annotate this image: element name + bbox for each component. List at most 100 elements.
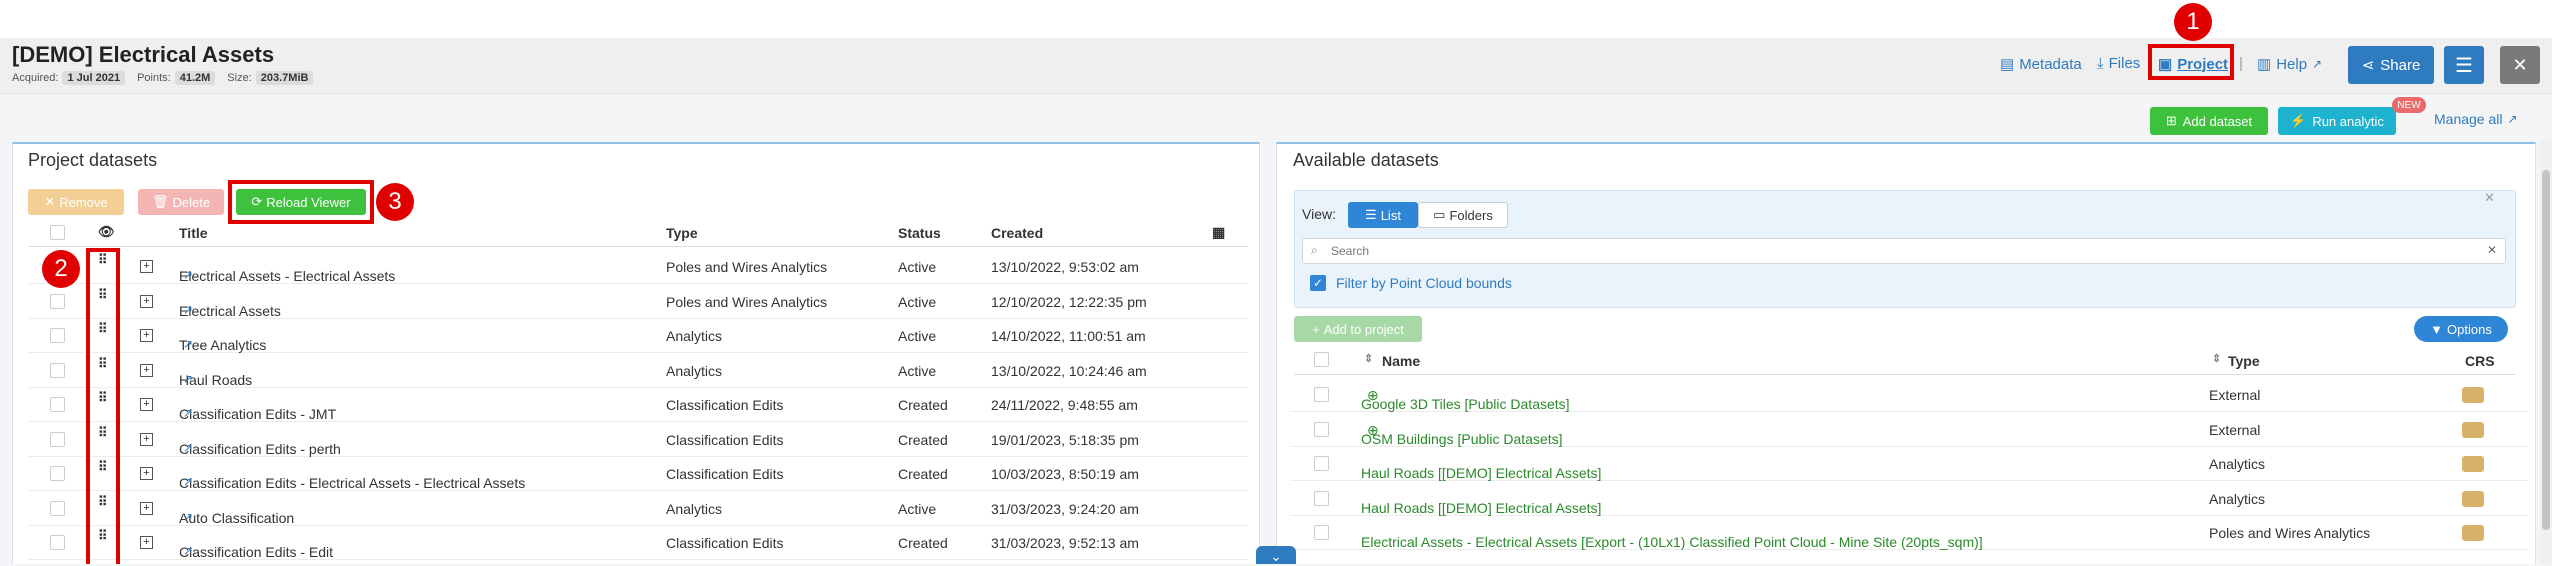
col-type[interactable]: Type: [666, 225, 698, 241]
dataset-created: 13/10/2022, 10:24:46 am: [991, 362, 1147, 379]
expand-icon[interactable]: +: [140, 398, 153, 411]
row-checkbox[interactable]: [50, 500, 65, 516]
dataset-type: Poles and Wires Analytics: [2209, 525, 2371, 541]
row-checkbox[interactable]: [50, 535, 65, 550]
row-checkbox[interactable]: [1314, 525, 1329, 540]
clear-search-icon[interactable]: ✕: [2487, 243, 2497, 257]
table-row[interactable]: ⠿ + Electrical Assets - Electrical Assets ↗…: [28, 250, 1248, 284]
row-checkbox[interactable]: [1314, 456, 1329, 471]
row-checkbox[interactable]: [1314, 387, 1329, 402]
col-status[interactable]: Status: [898, 225, 941, 241]
expand-icon[interactable]: +: [140, 432, 153, 446]
external-link-icon[interactable]: ↗: [183, 372, 193, 386]
visibility-icon[interactable]: 👁: [98, 224, 115, 240]
col-created[interactable]: Created: [991, 225, 1043, 241]
row-checkbox[interactable]: [50, 431, 65, 447]
delete-label: Delete: [172, 194, 211, 210]
external-link-icon[interactable]: ↗: [183, 441, 193, 455]
table-row[interactable]: Haul Roads [[DEMO] Electrical Assets] Ana…: [1290, 482, 2528, 516]
col-type[interactable]: Type: [2228, 353, 2260, 369]
add-to-project-button[interactable]: + Add to project: [1294, 316, 1422, 342]
scrollbar-track[interactable]: [2540, 140, 2552, 564]
menu-button[interactable]: ☰: [2444, 46, 2484, 84]
scrollbar-thumb[interactable]: [2542, 170, 2550, 530]
external-link-icon[interactable]: ↗: [183, 544, 193, 558]
dataset-type: Poles and Wires Analytics: [666, 293, 828, 310]
expand-icon[interactable]: +: [140, 501, 153, 515]
select-all-checkbox[interactable]: [50, 225, 65, 240]
col-crs[interactable]: CRS: [2465, 353, 2495, 369]
table-row[interactable]: Haul Roads [[DEMO] Electrical Assets] Ana…: [1290, 447, 2528, 481]
dataset-name[interactable]: Google 3D Tiles [Public Datasets] ⊕: [1361, 387, 1570, 412]
filter-bounds-checkbox[interactable]: ✓: [1310, 275, 1326, 291]
row-checkbox[interactable]: [50, 397, 65, 412]
external-link-icon[interactable]: ↗: [183, 337, 193, 351]
row-checkbox[interactable]: [1314, 490, 1329, 506]
table-row[interactable]: ⠿ + Classification Edits - Edit ↗ Classifica…: [28, 526, 1248, 560]
collapse-panel-button[interactable]: ⌄: [1256, 546, 1296, 564]
search-input[interactable]: [1331, 242, 2471, 260]
external-link-icon[interactable]: ↗: [183, 303, 193, 317]
table-row[interactable]: ⠿ + Haul Roads ↗ Analytics Active 13/10/2022, …: [28, 354, 1248, 388]
points-value: 41.2M: [174, 71, 216, 85]
table-row[interactable]: ⠿ + Electrical Assets ↗ Poles and Wires Anal…: [28, 285, 1248, 319]
remove-button[interactable]: ✕ Remove: [28, 189, 124, 215]
table-row[interactable]: ⠿ + Classification Edits - JMT ↗ Classificat…: [28, 388, 1248, 422]
search-field[interactable]: ⌕ ✕: [1302, 238, 2506, 264]
filter-bounds-label[interactable]: Filter by Point Cloud bounds: [1336, 275, 1512, 291]
table-row[interactable]: ⠿ + Classification Edits - perth ↗ Classific…: [28, 423, 1248, 457]
table-row[interactable]: Electrical Assets - Electrical Assets [E…: [1290, 516, 2528, 550]
row-checkbox[interactable]: [50, 328, 65, 343]
size-label: Size:: [227, 72, 252, 84]
column-settings-icon[interactable]: ▦: [1212, 224, 1225, 241]
crs-globe-icon[interactable]: [2462, 421, 2484, 438]
row-checkbox[interactable]: [50, 293, 65, 309]
crs-globe-icon[interactable]: [2462, 387, 2484, 403]
close-filter-icon[interactable]: ✕: [2484, 190, 2495, 206]
crs-globe-icon[interactable]: [2462, 525, 2484, 541]
share-button[interactable]: ⋖ Share: [2348, 46, 2434, 84]
dataset-type: Analytics: [2209, 490, 2266, 507]
run-analytic-button[interactable]: ⚡ Run analytic: [2278, 107, 2396, 135]
lightning-icon: ⚡: [2290, 113, 2307, 128]
table-row[interactable]: ⠿ + Auto Classification ↗ Analytics Active 31/…: [28, 492, 1248, 526]
expand-icon[interactable]: +: [140, 329, 153, 342]
metadata-label: Metadata: [2019, 55, 2082, 73]
row-checkbox[interactable]: [50, 362, 65, 378]
external-link-icon[interactable]: ↗: [183, 510, 193, 524]
expand-icon[interactable]: +: [140, 260, 153, 273]
dataset-name[interactable]: OSM Buildings [Public Datasets] ⊕: [1361, 422, 1563, 447]
table-row[interactable]: ⠿ + Classification Edits - Electrical Asse…: [28, 457, 1248, 491]
external-link-icon[interactable]: ↗: [183, 475, 193, 489]
close-button[interactable]: ✕: [2500, 46, 2540, 84]
expand-icon[interactable]: +: [140, 294, 153, 308]
crs-globe-icon[interactable]: [2462, 456, 2484, 472]
table-row[interactable]: ⠿ + Tree Analytics ↗ Analytics Active 14/10/20…: [28, 319, 1248, 353]
manage-all-link[interactable]: Manage all ↗: [2434, 111, 2518, 127]
delete-button[interactable]: 🗑 Delete: [138, 189, 224, 215]
external-link-icon[interactable]: ↗: [183, 268, 193, 282]
files-link[interactable]: ⤓ Files: [2097, 55, 2140, 72]
help-link[interactable]: ▥ Help ↗: [2257, 55, 2322, 74]
col-title[interactable]: Title: [179, 225, 208, 241]
sort-icon[interactable]: ⇕: [2212, 352, 2221, 365]
row-checkbox[interactable]: [1314, 421, 1329, 437]
row-checkbox[interactable]: [50, 466, 65, 481]
table-row[interactable]: Google 3D Tiles [Public Datasets] ⊕ Extern…: [1290, 378, 2528, 412]
metadata-link[interactable]: ▤ Metadata: [2000, 55, 2082, 74]
add-dataset-button[interactable]: ⊞ Add dataset: [2150, 107, 2268, 135]
options-button[interactable]: ▼ Options: [2414, 316, 2508, 342]
dataset-type: Analytics: [2209, 456, 2266, 472]
list-view-button[interactable]: ☰ List: [1348, 202, 1418, 228]
sort-icon[interactable]: ⇕: [1364, 352, 1373, 365]
expand-icon[interactable]: +: [140, 467, 153, 480]
dataset-status: Created: [898, 466, 948, 482]
crs-globe-icon[interactable]: [2462, 490, 2484, 507]
col-name[interactable]: Name: [1382, 353, 1420, 369]
expand-icon[interactable]: +: [140, 363, 153, 377]
expand-icon[interactable]: +: [140, 536, 153, 549]
external-link-icon[interactable]: ↗: [183, 406, 193, 420]
table-row[interactable]: OSM Buildings [Public Datasets] ⊕ External: [1290, 413, 2528, 447]
available-select-all-checkbox[interactable]: [1314, 352, 1329, 367]
folders-view-button[interactable]: ▭ Folders: [1418, 202, 1508, 228]
